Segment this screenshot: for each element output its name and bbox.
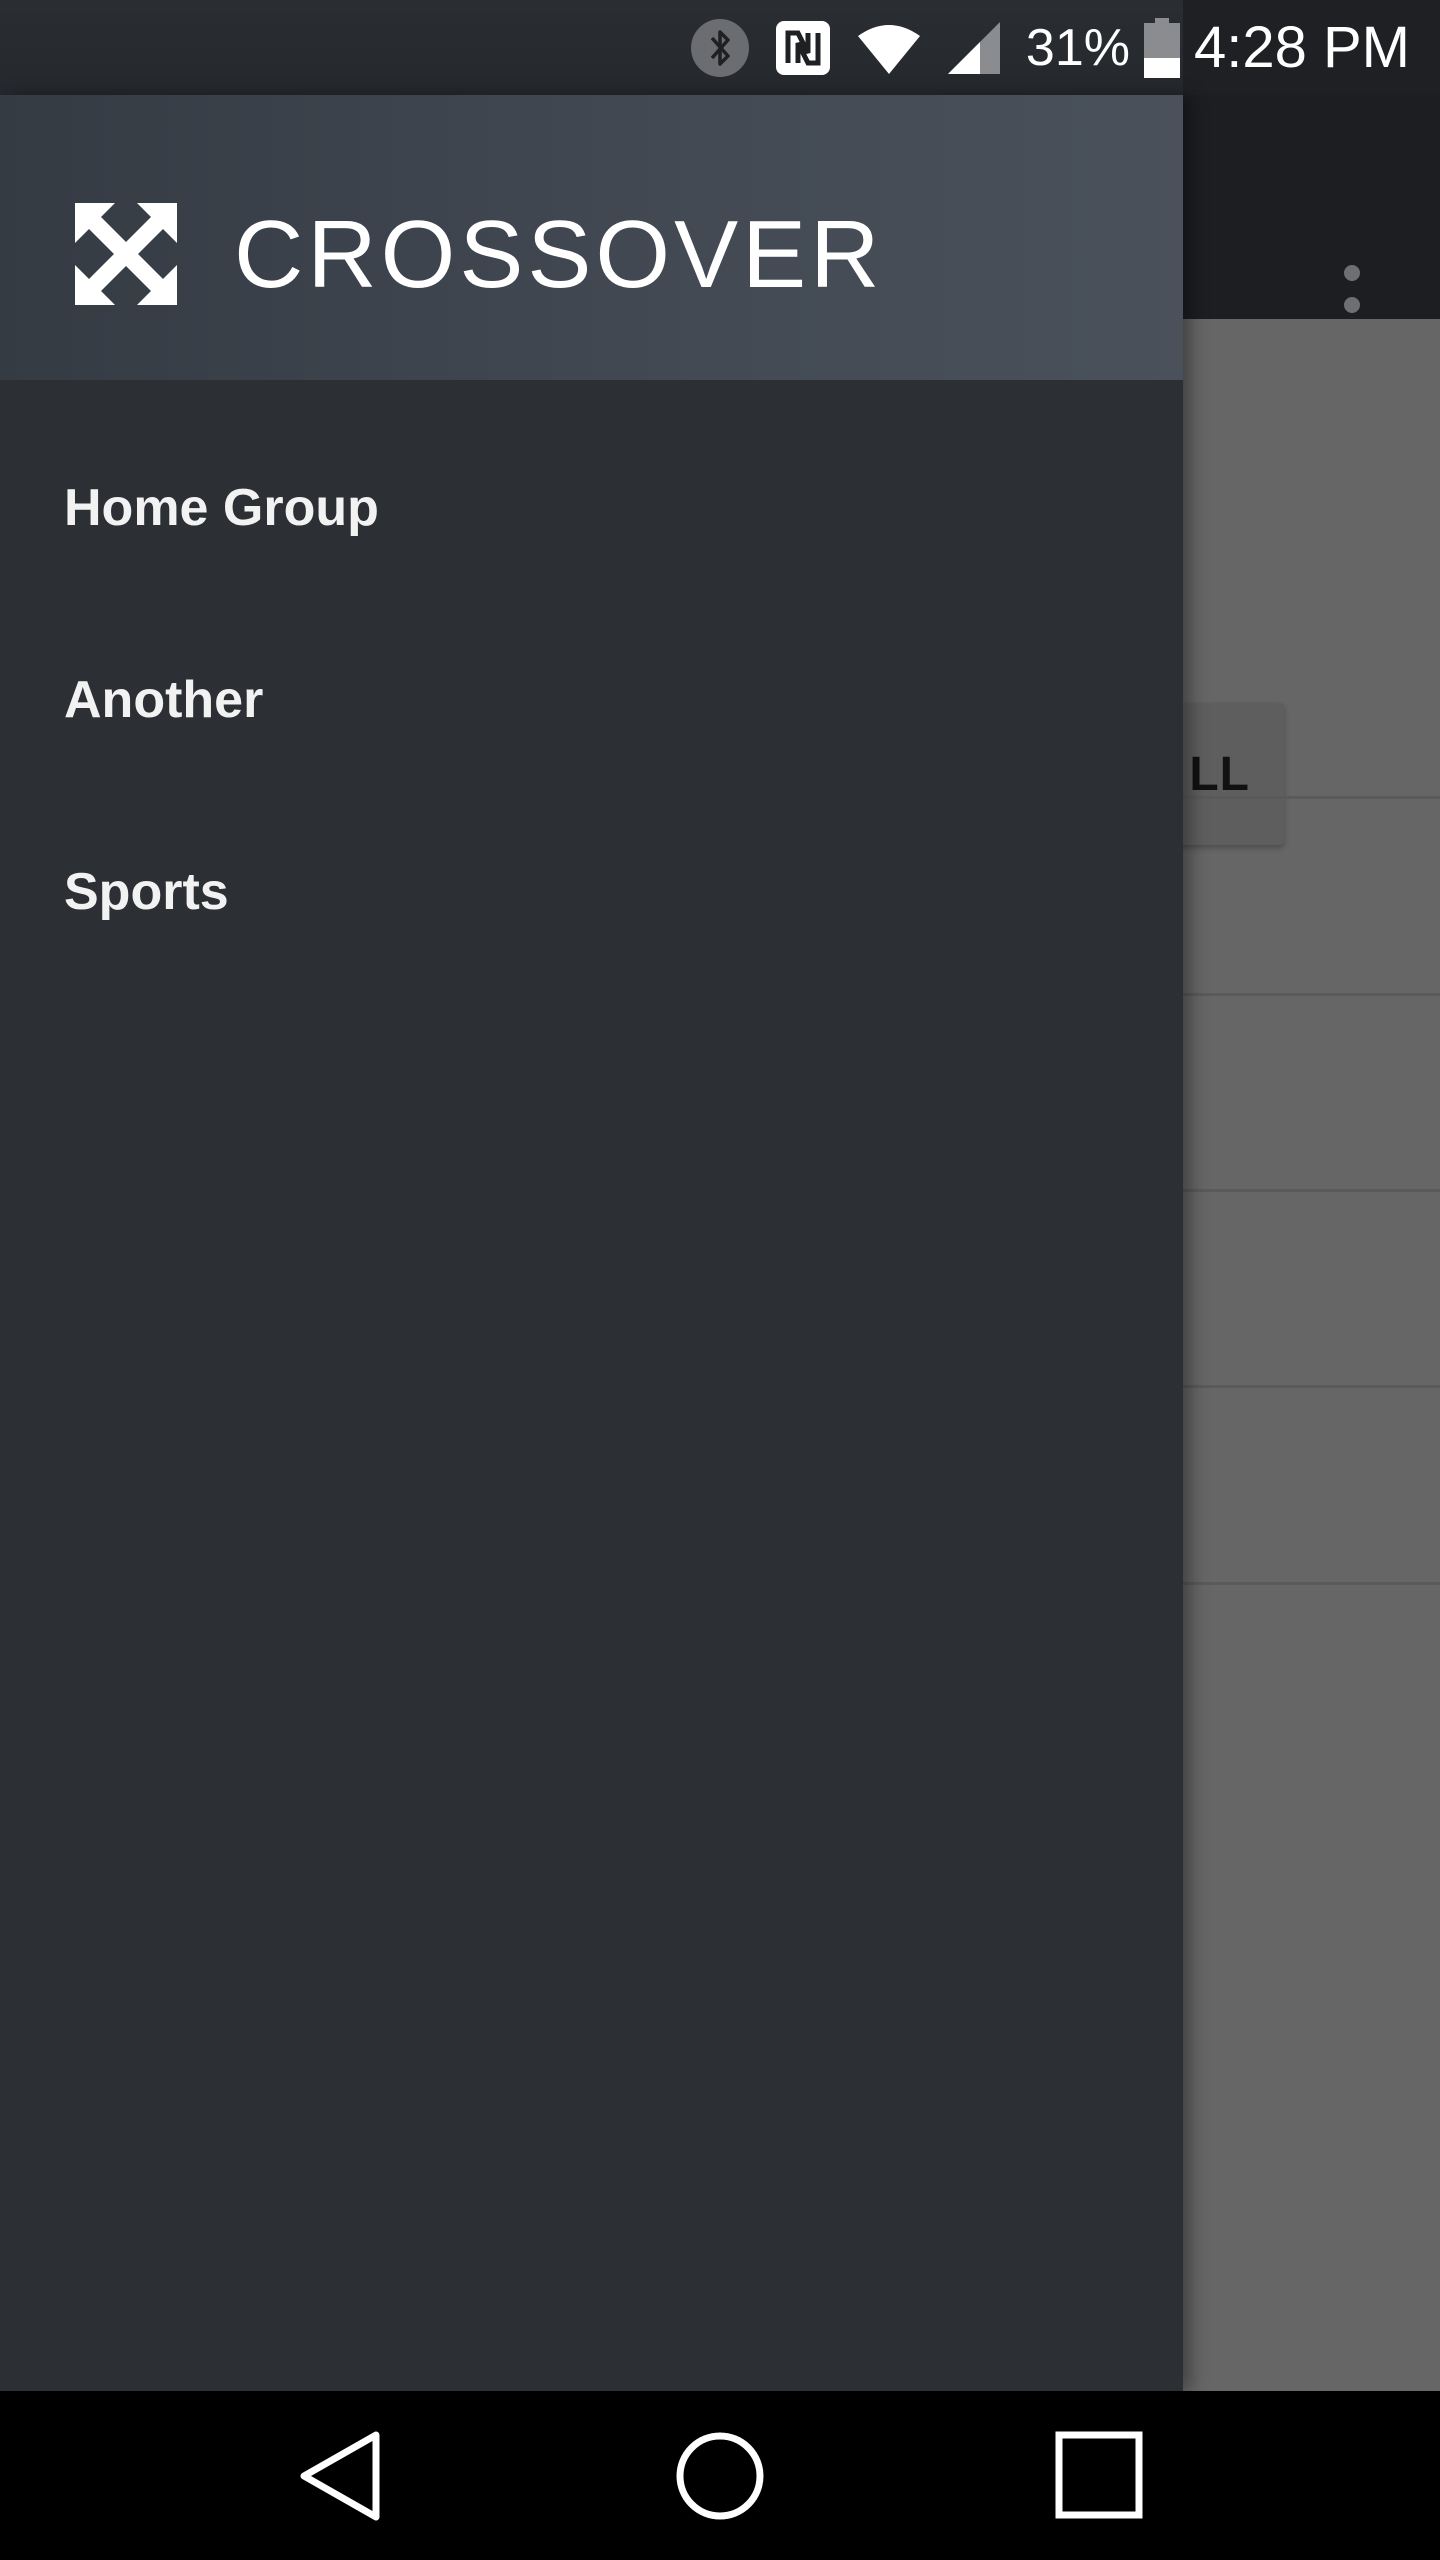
bluetooth-icon <box>690 18 750 78</box>
list-divider <box>1180 1385 1440 1388</box>
back-icon[interactable] <box>295 2431 385 2521</box>
wifi-icon <box>856 20 922 76</box>
list-divider <box>1180 796 1440 799</box>
clock: 4:28 PM <box>1194 15 1410 80</box>
battery-percent: 31% <box>1025 18 1130 77</box>
status-bar: 31% 4:28 PM <box>0 0 1440 95</box>
drawer-item-sports[interactable]: Sports <box>0 796 1183 988</box>
app-brand-title: CROSSOVER <box>234 201 884 308</box>
drawer-item-label: Home Group <box>64 479 379 537</box>
drawer-menu: Home Group Another Sports <box>0 380 1183 988</box>
recents-icon[interactable] <box>1055 2431 1145 2521</box>
list-divider <box>1180 1582 1440 1585</box>
drawer-item-label: Sports <box>64 863 229 921</box>
drawer-item-home-group[interactable]: Home Group <box>0 412 1183 604</box>
drawer-item-another[interactable]: Another <box>0 604 1183 796</box>
list-divider <box>1180 1189 1440 1192</box>
home-icon[interactable] <box>675 2431 765 2521</box>
drawer-item-label: Another <box>64 671 264 729</box>
navigation-drawer: CROSSOVER Home Group Another Sports <box>0 95 1183 2391</box>
list-divider <box>1180 993 1440 996</box>
drawer-header: CROSSOVER <box>0 95 1183 380</box>
nfc-icon <box>774 19 832 77</box>
battery-icon <box>1144 17 1180 78</box>
system-nav-bar <box>0 2391 1440 2560</box>
expand-arrows-icon <box>75 203 177 305</box>
cell-signal-icon <box>946 20 1002 76</box>
background-action-button-label: LL <box>1189 747 1250 801</box>
